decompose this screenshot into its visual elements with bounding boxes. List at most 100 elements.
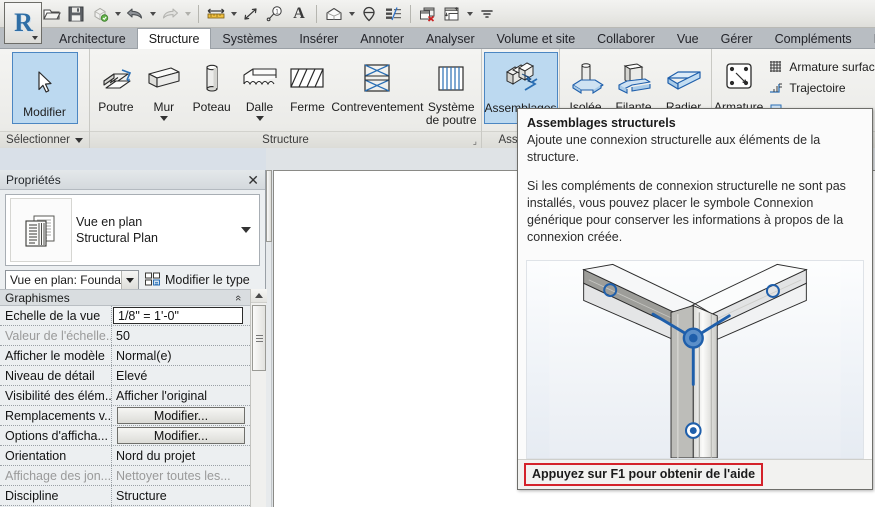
view-vertical-scrollbar[interactable] bbox=[266, 170, 272, 507]
scroll-up-icon[interactable] bbox=[251, 289, 267, 303]
slab-foundation-button[interactable]: Radier bbox=[658, 52, 709, 114]
ribbon-tab-vue[interactable]: Vue bbox=[666, 28, 710, 49]
default-3d-view-icon[interactable] bbox=[323, 3, 345, 25]
wall-foundation-button[interactable]: Filante bbox=[609, 52, 658, 114]
brace-button[interactable]: Contreventement bbox=[331, 52, 423, 114]
thin-lines-icon[interactable] bbox=[382, 3, 404, 25]
measure-icon[interactable] bbox=[205, 3, 227, 25]
application-menu-button[interactable]: R bbox=[4, 2, 42, 44]
switch-windows-dropdown-arrow-icon[interactable] bbox=[464, 3, 475, 25]
undo-icon[interactable] bbox=[124, 3, 146, 25]
customize-qat-icon[interactable] bbox=[476, 3, 498, 25]
wall-dropdown-arrow-icon[interactable] bbox=[159, 116, 168, 121]
property-row: Discipline Structure bbox=[0, 486, 266, 506]
open-icon[interactable] bbox=[41, 3, 63, 25]
brace-icon bbox=[354, 56, 400, 100]
section-icon[interactable] bbox=[358, 3, 380, 25]
switch-windows-icon[interactable] bbox=[441, 3, 463, 25]
undo-dropdown-arrow-icon[interactable] bbox=[147, 3, 158, 25]
modify-button[interactable]: Modifier bbox=[11, 52, 78, 124]
property-value[interactable]: Modifier... bbox=[112, 406, 266, 425]
column-icon bbox=[189, 56, 235, 100]
edit-button[interactable]: Modifier... bbox=[117, 407, 245, 424]
ribbon-tab-collaborer[interactable]: Collaborer bbox=[586, 28, 666, 49]
property-key: Valeur de l'échelle... bbox=[0, 326, 112, 345]
ribbon-panel-select-title-label: Sélectionner bbox=[6, 134, 70, 146]
property-value[interactable]: Normal(e) bbox=[112, 346, 266, 365]
save-icon[interactable] bbox=[65, 3, 87, 25]
column-button[interactable]: Poteau bbox=[188, 52, 236, 114]
floor-dropdown-arrow-icon[interactable] bbox=[255, 116, 264, 121]
property-key: Afficher le modèle bbox=[0, 346, 112, 365]
ribbon-tab-structure[interactable]: Structure bbox=[136, 28, 212, 50]
ribbon-tab-annoter[interactable]: Annoter bbox=[349, 28, 415, 49]
column-button-label: Poteau bbox=[192, 100, 231, 114]
ribbon-tab-architecture[interactable]: Architecture bbox=[48, 28, 137, 49]
wall-button[interactable]: Mur bbox=[140, 52, 188, 121]
view-scrollbar-thumb[interactable] bbox=[266, 170, 272, 242]
property-value[interactable]: Afficher l'original bbox=[112, 386, 266, 405]
dialog-launcher-icon[interactable]: ⌟ bbox=[473, 136, 477, 147]
ribbon-tab-g-rer[interactable]: Gérer bbox=[710, 28, 764, 49]
view-scale-input[interactable]: 1/8" = 1'-0" bbox=[113, 307, 243, 324]
ribbon-tab-volume-et-site[interactable]: Volume et site bbox=[486, 28, 587, 49]
property-value[interactable]: 1/8" = 1'-0" bbox=[112, 306, 266, 325]
redo-dropdown-arrow-icon[interactable] bbox=[182, 3, 193, 25]
qat-separator-3 bbox=[410, 4, 411, 23]
type-preview-caret-icon[interactable] bbox=[241, 227, 251, 233]
floor-button[interactable]: Dalle bbox=[236, 52, 284, 121]
properties-grid: Graphismes « Echelle de la vue 1/8" = 1'-… bbox=[0, 289, 267, 507]
property-value[interactable]: Nord du projet bbox=[112, 446, 266, 465]
press-f1-help-hint: Appuyez sur F1 pour obtenir de l'aide bbox=[524, 463, 764, 486]
property-row: Affichage des jon... Nettoyer toutes les.… bbox=[0, 466, 266, 486]
property-value[interactable]: Elevé bbox=[112, 366, 266, 385]
cursor-arrow-icon bbox=[22, 61, 68, 105]
tag-icon[interactable]: 1 bbox=[264, 3, 286, 25]
tooltip-body: Ajoute une connexion structurelle aux él… bbox=[518, 132, 872, 258]
path-reinforcement-button[interactable]: Trajectoire bbox=[763, 77, 875, 98]
isolated-foundation-button[interactable]: Isolée bbox=[562, 52, 609, 114]
beam-system-button[interactable]: Système de poutre bbox=[423, 52, 479, 127]
measure-dropdown-arrow-icon[interactable] bbox=[228, 3, 239, 25]
ribbon-tab-modifier[interactable]: Modifier bbox=[863, 28, 875, 49]
ribbon-tab-analyser[interactable]: Analyser bbox=[415, 28, 486, 49]
property-value[interactable]: Structure bbox=[112, 486, 266, 505]
type-preview[interactable]: Vue en plan Structural Plan bbox=[5, 194, 260, 266]
area-reinforcement-button[interactable]: Armature surfac bbox=[763, 56, 875, 77]
close-hidden-windows-icon[interactable] bbox=[417, 3, 439, 25]
isolated-foundation-icon bbox=[563, 56, 609, 100]
properties-group-graphics-label: Graphismes bbox=[5, 290, 70, 305]
property-value[interactable]: Nettoyer toutes les... bbox=[112, 466, 266, 485]
sync-with-central-icon[interactable] bbox=[89, 3, 111, 25]
redo-icon[interactable] bbox=[159, 3, 181, 25]
floor-slab-icon bbox=[237, 56, 283, 100]
truss-button[interactable]: Ferme bbox=[284, 52, 332, 114]
properties-scrollbar[interactable] bbox=[250, 289, 267, 507]
slab-foundation-icon bbox=[661, 56, 707, 100]
tooltip-popup: Assemblages structurels Ajoute une conne… bbox=[517, 108, 873, 490]
sync-dropdown-arrow-icon[interactable] bbox=[112, 3, 123, 25]
type-selector-value: Vue en plan: Foundati bbox=[10, 273, 127, 287]
chevron-down-icon[interactable] bbox=[121, 271, 138, 289]
type-selector-row: Vue en plan: Foundati Modifier le type bbox=[5, 270, 260, 290]
properties-group-graphics[interactable]: Graphismes « bbox=[0, 289, 266, 306]
view3d-dropdown-arrow-icon[interactable] bbox=[346, 3, 357, 25]
collapse-group-icon[interactable]: « bbox=[232, 294, 244, 300]
rebar-button[interactable]: Armature bbox=[714, 52, 763, 114]
floor-button-label: Dalle bbox=[245, 100, 274, 114]
ribbon-panel-select-title[interactable]: Sélectionner bbox=[0, 131, 89, 148]
edit-button[interactable]: Modifier... bbox=[117, 427, 245, 444]
property-value[interactable]: Modifier... bbox=[112, 426, 266, 445]
aligned-dimension-icon[interactable] bbox=[240, 3, 262, 25]
property-key: Niveau de détail bbox=[0, 366, 112, 385]
property-value[interactable]: 50 bbox=[112, 326, 266, 345]
edit-type-button[interactable]: Modifier le type bbox=[144, 271, 250, 290]
ribbon-tab-compl-ments[interactable]: Compléments bbox=[764, 28, 863, 49]
type-selector-combo[interactable]: Vue en plan: Foundati bbox=[5, 270, 139, 290]
ribbon-tab-ins-rer[interactable]: Insérer bbox=[288, 28, 349, 49]
text-icon[interactable]: A bbox=[288, 3, 310, 25]
close-icon[interactable]: ✕ bbox=[247, 172, 259, 188]
properties-scrollbar-thumb[interactable] bbox=[252, 305, 266, 371]
beam-button[interactable]: Poutre bbox=[92, 52, 140, 114]
ribbon-tab-syst-mes[interactable]: Systèmes bbox=[211, 28, 288, 49]
